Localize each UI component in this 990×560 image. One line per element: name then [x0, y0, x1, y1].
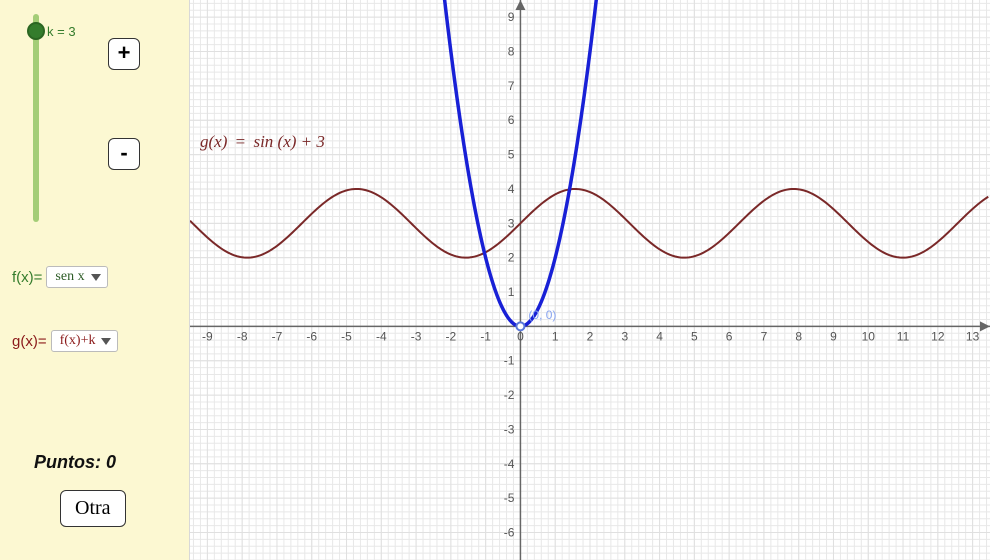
plus-button[interactable]: +: [108, 38, 140, 70]
g-label: g(x)=: [12, 333, 47, 350]
svg-text:6: 6: [508, 113, 515, 127]
svg-text:3: 3: [508, 216, 515, 230]
g-select[interactable]: f(x)+k: [51, 330, 119, 352]
svg-text:5: 5: [508, 148, 515, 162]
svg-text:2: 2: [508, 251, 515, 265]
slider-label: k = 3: [47, 24, 76, 39]
f-label: f(x)=: [12, 269, 42, 286]
svg-text:10: 10: [862, 329, 876, 343]
graph-area[interactable]: -9-8-7-6-5-4-3-2-1012345678910111213-6-5…: [190, 0, 990, 560]
svg-text:9: 9: [508, 10, 515, 24]
svg-text:1: 1: [508, 285, 515, 299]
minus-button[interactable]: -: [108, 138, 140, 170]
svg-text:-4: -4: [504, 457, 515, 471]
svg-text:-7: -7: [272, 329, 283, 343]
f-select[interactable]: sen x: [46, 266, 107, 288]
slider-handle[interactable]: [27, 22, 45, 40]
svg-text:-6: -6: [306, 329, 317, 343]
svg-text:-8: -8: [237, 329, 248, 343]
svg-text:9: 9: [830, 329, 837, 343]
svg-text:-3: -3: [411, 329, 422, 343]
svg-text:0: 0: [517, 329, 524, 343]
svg-text:13: 13: [966, 329, 980, 343]
svg-text:-1: -1: [480, 329, 491, 343]
svg-text:-2: -2: [446, 329, 457, 343]
graph-svg: -9-8-7-6-5-4-3-2-1012345678910111213-6-5…: [190, 0, 990, 560]
svg-text:-5: -5: [341, 329, 352, 343]
svg-text:11: 11: [897, 329, 910, 343]
svg-text:-4: -4: [376, 329, 387, 343]
svg-text:1: 1: [552, 329, 559, 343]
origin-label: (0, 0): [528, 308, 556, 322]
svg-text:-3: -3: [504, 422, 515, 436]
slider-track[interactable]: [33, 14, 39, 222]
otra-button[interactable]: Otra: [60, 490, 126, 527]
svg-text:8: 8: [795, 329, 802, 343]
svg-text:4: 4: [508, 182, 515, 196]
svg-text:-1: -1: [504, 354, 515, 368]
svg-text:2: 2: [587, 329, 594, 343]
svg-text:-6: -6: [504, 526, 515, 540]
g-select-value: f(x)+k: [60, 333, 96, 349]
svg-text:7: 7: [761, 329, 768, 343]
svg-text:4: 4: [656, 329, 663, 343]
svg-text:-2: -2: [504, 388, 515, 402]
svg-text:12: 12: [931, 329, 945, 343]
svg-text:-9: -9: [202, 329, 213, 343]
svg-text:3: 3: [621, 329, 628, 343]
gx-equation: g(x) = sin (x) + 3: [200, 132, 325, 152]
svg-text:8: 8: [508, 45, 515, 59]
chevron-down-icon: [101, 338, 111, 345]
f-row: f(x)= sen x: [12, 266, 108, 288]
g-row: g(x)= f(x)+k: [12, 330, 118, 352]
svg-text:-5: -5: [504, 491, 515, 505]
svg-text:7: 7: [508, 79, 515, 93]
points-label: Puntos: 0: [34, 452, 116, 473]
svg-text:6: 6: [726, 329, 733, 343]
f-select-value: sen x: [55, 269, 84, 285]
chevron-down-icon: [91, 274, 101, 281]
sidebar: k = 3 + - f(x)= sen x g(x)= f(x)+k Punto…: [0, 0, 190, 560]
svg-text:5: 5: [691, 329, 698, 343]
